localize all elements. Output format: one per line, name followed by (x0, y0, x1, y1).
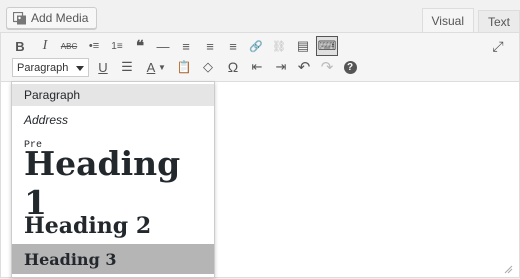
bold-icon: B (15, 38, 25, 54)
strikethrough-button[interactable]: ABC (58, 36, 80, 56)
align-center-button[interactable]: ≡ (199, 36, 221, 56)
blockquote-icon: ❝ (135, 38, 145, 55)
outdent-icon: ⇤ (251, 59, 263, 74)
italic-button[interactable]: I (34, 36, 56, 56)
special-character-button[interactable]: Ω (222, 57, 244, 77)
help-icon: ? (343, 60, 357, 74)
remove-link-button[interactable]: ⛓ (268, 36, 290, 56)
align-left-icon: ≡ (182, 38, 190, 54)
align-left-button[interactable]: ≡ (175, 36, 197, 56)
paste-as-text-icon: 📋 (176, 60, 192, 74)
omega-icon: Ω (227, 59, 239, 75)
redo-button[interactable]: ↷ (316, 57, 338, 77)
horizontal-line-icon: — (156, 38, 170, 54)
caret-down-icon: ▼ (158, 62, 166, 72)
undo-icon: ↶ (297, 59, 311, 76)
resize-handle-icon[interactable] (503, 261, 513, 274)
redo-icon: ↷ (320, 59, 334, 76)
format-select[interactable]: Paragraph (12, 58, 89, 77)
underline-button[interactable]: U (92, 57, 114, 77)
justify-button[interactable]: ☰ (116, 57, 138, 77)
tab-text[interactable]: Text (477, 10, 520, 32)
blockquote-button[interactable]: ❝ (129, 36, 151, 56)
format-option-heading-1[interactable]: Heading 1 (12, 144, 214, 222)
fullscreen-icon: ⤢ (492, 37, 504, 54)
bulleted-list-icon: •≡ (88, 40, 100, 52)
keyboard-icon: ⌨ (317, 38, 337, 53)
bulleted-list-button[interactable]: •≡ (83, 36, 105, 56)
horizontal-line-button[interactable]: — (152, 36, 174, 56)
numbered-list-icon: 1≡ (111, 40, 123, 52)
editor-tabs: Visual Text (418, 8, 520, 32)
strikethrough-icon: ABC (60, 41, 78, 51)
text-color-icon: A (146, 59, 156, 75)
increase-indent-button[interactable]: ⇥ (270, 57, 292, 77)
format-option-heading-3[interactable]: Heading 3 (12, 244, 214, 274)
read-more-icon: ▤ (296, 38, 310, 53)
editor-toolbar: B I ABC •≡ 1≡ ❝ — ≡ ≡ ≡ 🔗 ⛓ ▤ ⌨ ⤢ Paragr… (1, 33, 519, 82)
justify-icon: ☰ (121, 59, 133, 74)
undo-button[interactable]: ↶ (293, 57, 315, 77)
chevron-down-icon (76, 66, 84, 71)
format-option-paragraph[interactable]: Paragraph (12, 84, 214, 106)
add-media-button[interactable]: Add Media (6, 7, 98, 29)
numbered-list-button[interactable]: 1≡ (106, 36, 128, 56)
insert-link-icon: 🔗 (249, 40, 263, 53)
help-button[interactable]: ? (339, 57, 361, 77)
fullscreen-button[interactable]: ⤢ (487, 36, 509, 56)
format-dropdown-menu: Paragraph Address Pre Heading 1 Heading … (11, 81, 215, 278)
align-right-button[interactable]: ≡ (222, 36, 244, 56)
tab-visual[interactable]: Visual (421, 8, 474, 32)
eraser-icon: ◇ (203, 59, 213, 74)
underline-icon: U (98, 59, 108, 75)
toolbar-toggle-button[interactable]: ⌨ (316, 36, 338, 56)
decrease-indent-button[interactable]: ⇤ (246, 57, 268, 77)
indent-icon: ⇥ (275, 59, 287, 74)
paste-as-text-button[interactable]: 📋 (173, 57, 195, 77)
format-select-value: Paragraph (17, 61, 69, 74)
align-right-icon: ≡ (229, 38, 237, 54)
add-media-icon (12, 11, 27, 25)
toolbar-row-1: B I ABC •≡ 1≡ ❝ — ≡ ≡ ≡ 🔗 ⛓ ▤ ⌨ ⤢ (1, 36, 519, 58)
bold-button[interactable]: B (9, 36, 31, 56)
add-media-label: Add Media (31, 11, 89, 25)
align-center-icon: ≡ (206, 38, 214, 54)
text-color-dropdown[interactable]: ▼ (156, 57, 168, 77)
remove-link-icon: ⛓ (272, 40, 286, 53)
italic-icon: I (42, 38, 48, 53)
insert-link-button[interactable]: 🔗 (245, 36, 267, 56)
clear-formatting-button[interactable]: ◇ (197, 57, 219, 77)
format-option-heading-2[interactable]: Heading 2 (12, 209, 214, 243)
toolbar-row-2: Paragraph U ☰ A ▼ 📋 ◇ Ω ⇤ ⇥ ↶ ↷ ? (1, 57, 519, 79)
read-more-button[interactable]: ▤ (292, 36, 314, 56)
format-option-address[interactable]: Address (12, 108, 214, 132)
